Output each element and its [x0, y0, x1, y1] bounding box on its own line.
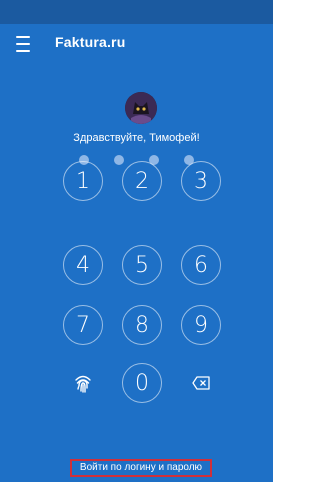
- key-8[interactable]: 8: [122, 305, 162, 345]
- key-4[interactable]: 4: [63, 245, 103, 285]
- key-6[interactable]: 6: [181, 245, 221, 285]
- key-5[interactable]: 5: [122, 245, 162, 285]
- key-0[interactable]: 0: [122, 363, 162, 403]
- keypad: 1 2 3 4 5 6 7 8 9 0: [0, 0, 273, 482]
- key-7[interactable]: 7: [63, 305, 103, 345]
- fingerprint-icon[interactable]: [63, 363, 103, 403]
- backspace-icon[interactable]: [181, 363, 221, 403]
- pin-screen: Faktura.ru Здравствуйте, Тимофей! 1 2 3 …: [0, 0, 273, 482]
- login-with-password-link[interactable]: Войти по логину и паролю: [70, 459, 212, 477]
- key-9[interactable]: 9: [181, 305, 221, 345]
- key-2[interactable]: 2: [122, 161, 162, 201]
- key-3[interactable]: 3: [181, 161, 221, 201]
- key-1[interactable]: 1: [63, 161, 103, 201]
